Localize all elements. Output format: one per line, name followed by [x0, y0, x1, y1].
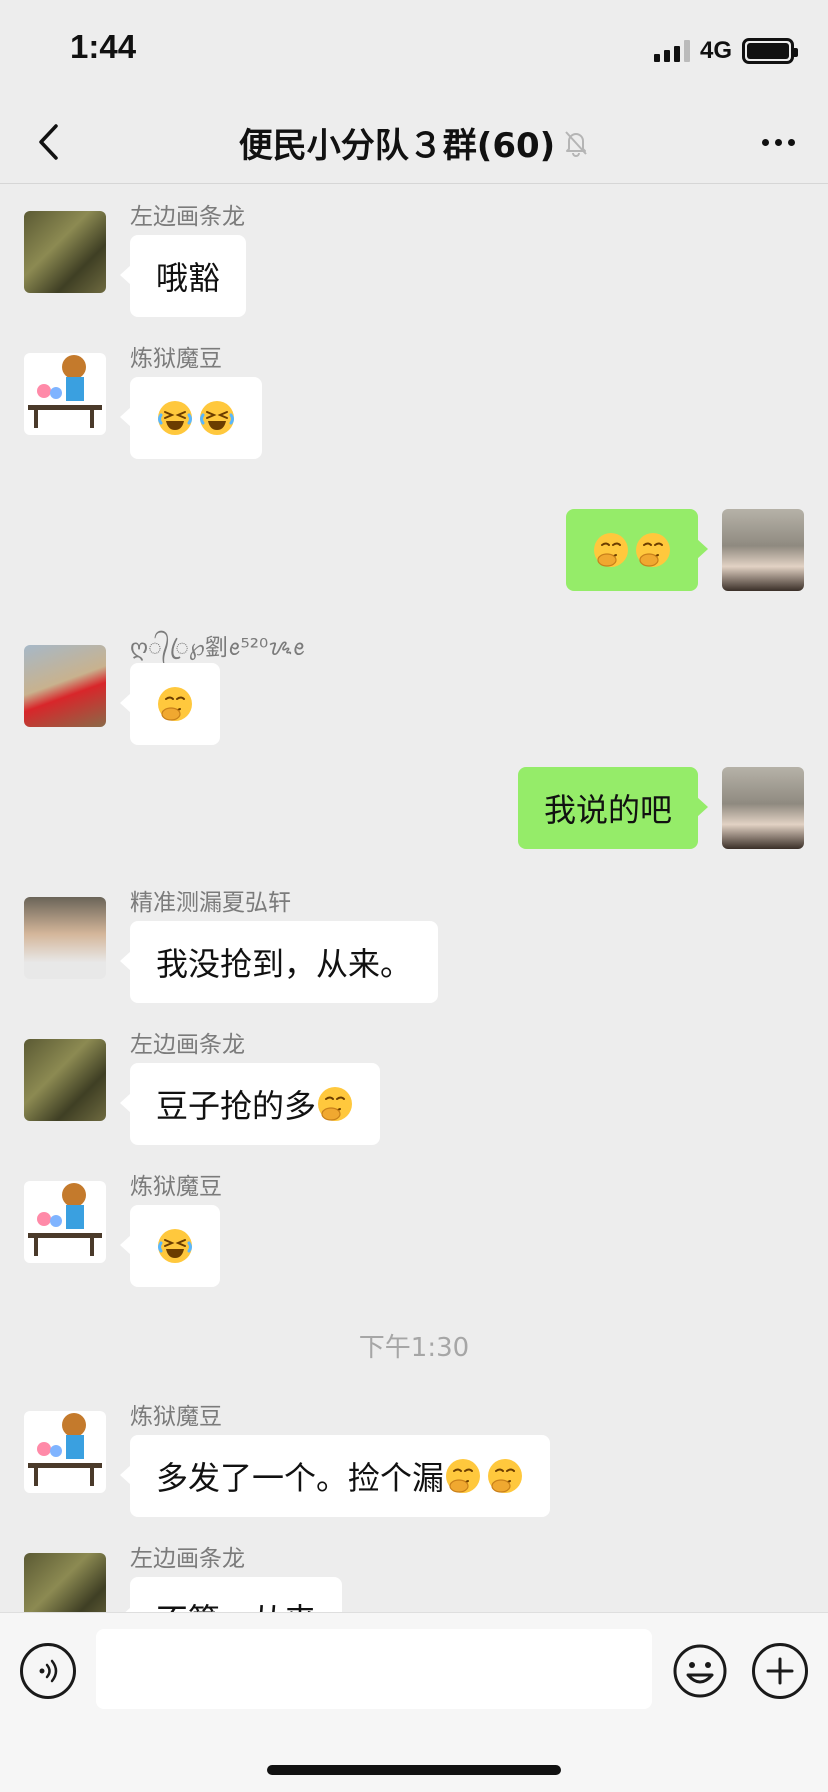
time-divider: 下午1:30: [358, 1333, 470, 1363]
sender-name: 炼狱魔豆: [130, 1404, 222, 1430]
nav-bar: 便民小分队３群(60): [0, 100, 828, 184]
giggle-emoji: [487, 1458, 524, 1494]
chat-title: 便民小分队３群(60): [238, 126, 556, 166]
avatar[interactable]: [24, 1181, 106, 1263]
status-icons: 4G: [653, 36, 798, 66]
message-text: 哦豁: [156, 259, 221, 297]
voice-icon: [39, 1659, 58, 1683]
home-indicator[interactable]: [267, 1765, 561, 1775]
message-bubble[interactable]: 豆子抢的多: [119, 1063, 381, 1145]
giggle-emoji: [593, 532, 629, 568]
emoji-group: [156, 685, 194, 723]
status-time: 1:44: [70, 28, 137, 65]
rolling-laugh-emoji: [156, 1227, 194, 1265]
avatar[interactable]: [24, 211, 106, 293]
more-button[interactable]: [748, 114, 808, 170]
message-bubble[interactable]: [566, 509, 708, 591]
message-text: 我说的吧: [543, 791, 672, 829]
avatar[interactable]: [24, 1039, 106, 1121]
message-bubble[interactable]: 不算，从来: [119, 1577, 343, 1612]
chat-title-wrap: 便民小分队３群(60): [0, 118, 828, 167]
giggle-emoji: [445, 1458, 482, 1494]
message-text: 多发了一个。捡个漏: [156, 1459, 445, 1497]
cartoon-avatar-icon: [28, 1413, 102, 1486]
cartoon-avatar-icon: [28, 355, 102, 428]
avatar[interactable]: [722, 509, 804, 591]
rolling-laugh-emoji: [156, 399, 194, 437]
sender-name: 左边画条龙: [130, 204, 245, 230]
giggle-emoji: [157, 686, 193, 722]
avatar[interactable]: [24, 353, 106, 435]
avatar[interactable]: [24, 897, 106, 979]
emoji-group: [592, 531, 672, 569]
signal-icon: [653, 40, 690, 62]
smiley-icon: [673, 1644, 727, 1698]
emoji-button[interactable]: [672, 1643, 728, 1699]
chat-area[interactable]: 左边画条龙 哦豁 炼狱魔豆 ღ᭄ꦿ℘劉ꫀ⁵²⁰ᝰꫀ 我说的吧 精准测漏夏弘轩 我…: [0, 185, 828, 1612]
cartoon-avatar-icon: [28, 1183, 102, 1256]
message-bubble[interactable]: 多发了一个。捡个漏: [119, 1435, 551, 1517]
emoji-group: [156, 399, 236, 437]
sender-name: 左边画条龙: [130, 1032, 245, 1058]
sender-name: 炼狱魔豆: [130, 1174, 222, 1200]
message-bubble[interactable]: 哦豁: [119, 235, 247, 317]
giggle-emoji: [635, 532, 671, 568]
message-bubble[interactable]: [120, 1205, 220, 1287]
more-dot: [761, 138, 769, 146]
battery-icon: [742, 38, 798, 64]
emoji-group: [156, 1227, 194, 1265]
plus-icon: [766, 1657, 794, 1685]
network-type: 4G: [699, 37, 732, 64]
message-bubble[interactable]: 我没抢到，从来。: [119, 921, 439, 1003]
avatar[interactable]: [24, 645, 106, 727]
muted-bell-icon: [565, 130, 587, 157]
sender-name: 左边画条龙: [130, 1546, 245, 1572]
message-bubble[interactable]: [120, 663, 220, 745]
message-text: 不算，从来: [156, 1595, 316, 1612]
avatar[interactable]: [722, 767, 804, 849]
sender-name: 精准测漏夏弘轩: [130, 890, 291, 916]
message-bubble[interactable]: 我说的吧: [517, 767, 709, 849]
message-text: 豆子抢的多: [156, 1087, 317, 1125]
voice-button[interactable]: [20, 1643, 76, 1699]
message-input[interactable]: [96, 1629, 652, 1709]
emoji-group: [316, 1085, 354, 1123]
sender-name: 炼狱魔豆: [130, 346, 222, 372]
status-bar: 1:44 4G: [0, 0, 828, 100]
rolling-laugh-emoji: [198, 399, 236, 437]
emoji-group: [444, 1457, 524, 1495]
avatar[interactable]: [24, 1553, 106, 1612]
more-dot: [774, 138, 782, 146]
plus-button[interactable]: [752, 1643, 808, 1699]
avatar[interactable]: [24, 1411, 106, 1493]
more-dot: [787, 138, 795, 146]
giggle-emoji: [317, 1086, 354, 1122]
message-bubble[interactable]: [120, 377, 262, 459]
message-text: 我没抢到，从来。: [156, 945, 413, 983]
